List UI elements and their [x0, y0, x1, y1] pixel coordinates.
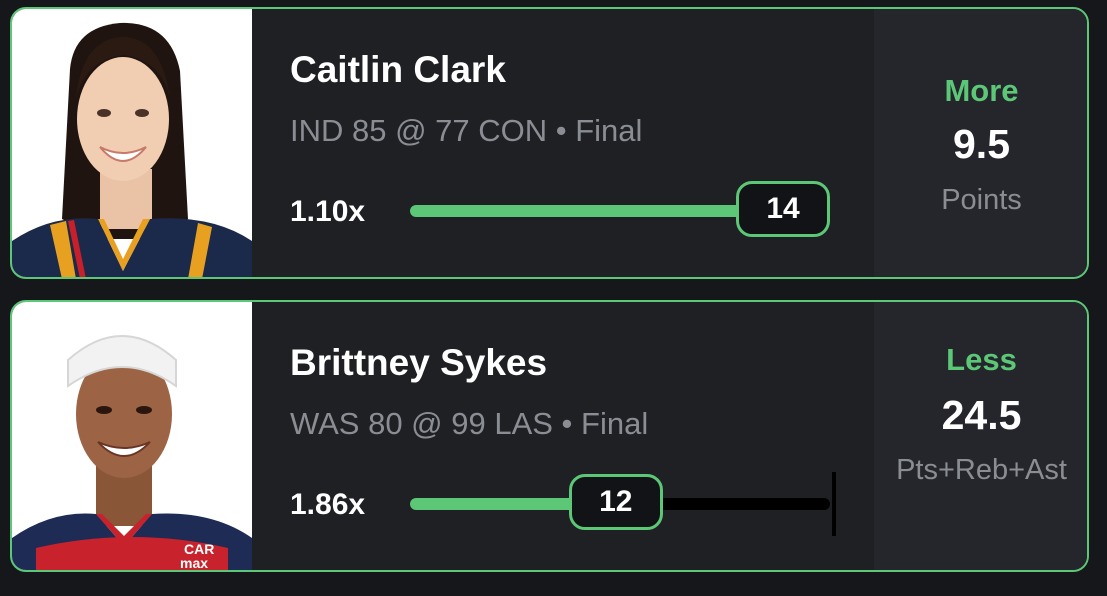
stat-type: Points	[941, 184, 1022, 216]
pick-direction: Less	[946, 342, 1017, 377]
target-line-marker	[832, 472, 836, 536]
pick-direction: More	[944, 73, 1019, 108]
svg-text:max: max	[180, 555, 208, 571]
player-headshot	[12, 9, 252, 277]
payout-multiplier: 1.10x	[290, 195, 366, 228]
game-status: WAS 80 @ 99 LAS • Final	[290, 406, 649, 441]
current-stat-badge: 14	[736, 181, 830, 237]
game-status: IND 85 @ 77 CON • Final	[290, 113, 643, 148]
line-value: 24.5	[941, 392, 1022, 438]
current-stat-badge: 12	[568, 474, 663, 530]
player-name: Caitlin Clark	[290, 49, 506, 90]
line-value: 9.5	[953, 121, 1010, 167]
pick-card[interactable]: Caitlin Clark IND 85 @ 77 CON • Final 1.…	[10, 7, 1089, 279]
player-headshot: CAR max	[12, 302, 252, 571]
pick-panel: Less 24.5 Pts+Reb+Ast	[874, 302, 1087, 570]
player-name: Brittney Sykes	[290, 342, 548, 383]
payout-multiplier: 1.86x	[290, 488, 366, 521]
stat-type: Pts+Reb+Ast	[896, 454, 1067, 486]
pick-panel: More 9.5 Points	[874, 9, 1087, 277]
pick-card[interactable]: CAR max Brittney Sykes WAS 80 @ 99 LAS •…	[10, 300, 1089, 572]
